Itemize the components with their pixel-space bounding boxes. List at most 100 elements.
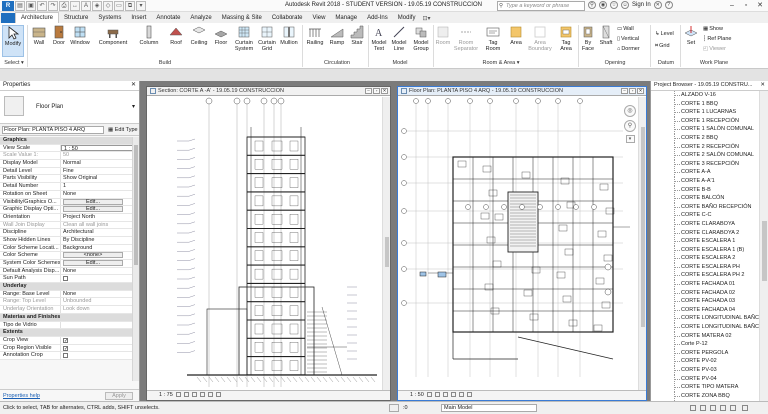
view-scale[interactable]: 1 : 75	[159, 392, 173, 398]
sun-path-icon[interactable]	[191, 392, 197, 398]
property-row[interactable]: Detail Number 1	[0, 183, 133, 191]
browser-item[interactable]: Corte P-12	[651, 340, 759, 349]
tab-insert[interactable]: Insert	[126, 13, 151, 23]
property-edit-button[interactable]: Edit...	[61, 260, 133, 267]
sign-in-link[interactable]: Sign In	[632, 2, 651, 8]
property-row[interactable]: Sun Path	[0, 275, 133, 284]
tag-room-button[interactable]: Tag Room	[482, 25, 504, 57]
browser-item[interactable]: CORTE PERGOLA	[651, 348, 759, 358]
property-row[interactable]: Graphic Display Opti... Edit...	[0, 206, 133, 214]
browser-item[interactable]: CORTE LONGITUDINAL BAÑC	[651, 314, 759, 324]
section-view-window[interactable]: Section: CORTE A -A' - 19.05.19 CONSTRUC…	[146, 86, 391, 401]
maximize-icon[interactable]: ▫	[739, 0, 753, 11]
property-section-header[interactable]: Materias and Finishes	[0, 313, 133, 322]
browser-item[interactable]: CORTE 1 BBQ	[651, 99, 759, 109]
star-icon[interactable]: ☆	[610, 1, 618, 9]
browser-item[interactable]: CORTE 1 RECEPCIÓN	[651, 116, 759, 126]
tab-view[interactable]: View	[308, 13, 331, 23]
browser-item[interactable]: CORTE CLARABOYA 2	[651, 228, 759, 238]
view-scale[interactable]: 1 : 50	[410, 392, 424, 398]
ramp-button[interactable]: Ramp	[328, 25, 346, 57]
property-value[interactable]: Clean all wall joins	[61, 222, 133, 229]
browser-item[interactable]: CORTE TIPO MATERA	[651, 383, 759, 392]
window-button[interactable]: Window	[69, 25, 91, 57]
area-boundary-button[interactable]: Area Boundary	[526, 25, 554, 57]
property-value[interactable]: Background	[61, 245, 133, 252]
visual-style-icon[interactable]	[434, 392, 440, 398]
checkbox[interactable]: ✓	[63, 337, 68, 343]
shadows-icon[interactable]	[450, 392, 456, 398]
apply-button[interactable]: Apply	[105, 392, 133, 400]
tab-annotate[interactable]: Annotate	[151, 13, 185, 23]
property-row[interactable]: Annotation Crop	[0, 352, 133, 360]
property-row[interactable]: Orientation Project North	[0, 213, 133, 222]
browser-item[interactable]: CORTE 3 RECEPCIÓN	[651, 159, 759, 169]
browser-item[interactable]: CORTE CLARABOYA	[651, 219, 759, 229]
property-row[interactable]: Discipline Architectural	[0, 229, 133, 237]
property-value[interactable]: Look down	[61, 306, 133, 313]
select-group-label[interactable]: Select ▾	[3, 60, 25, 66]
browser-item[interactable]: CORTE ESCALERA 1 (B)	[651, 245, 759, 255]
grid-button[interactable]: ⌗ Grid	[655, 43, 670, 50]
print-icon[interactable]: ⎙	[59, 1, 69, 11]
tab-add-ins[interactable]: Add-Ins	[362, 13, 393, 23]
property-row[interactable]: Range: Base Level None	[0, 290, 133, 299]
room-area-group-label[interactable]: Room & Area ▾	[476, 60, 526, 66]
exchange-icon[interactable]: ✕	[653, 1, 662, 9]
tab-analyze[interactable]: Analyze	[185, 13, 216, 23]
property-row[interactable]: Underlay Orientation Look down	[0, 306, 133, 314]
browser-item[interactable]: CORTE PV-04	[651, 374, 759, 384]
visual-style-icon[interactable]	[183, 392, 189, 398]
property-row[interactable]: Detail Level Fine	[0, 167, 133, 176]
instance-filter-dropdown[interactable]: Floor Plan: PLANTA PISO 4 ARQ	[2, 126, 104, 134]
edit-button[interactable]: Edit...	[63, 198, 123, 205]
curtain-system-button[interactable]: Curtain System	[232, 25, 256, 57]
browser-item[interactable]: CORTE 1 LUCARNAS	[651, 108, 759, 117]
measure-icon[interactable]: ↔	[70, 1, 80, 11]
detail-level-icon[interactable]	[426, 392, 432, 398]
property-checkbox[interactable]: ✓	[61, 337, 133, 344]
browser-item[interactable]: CORTE FACHADA 01	[651, 280, 759, 289]
sun-path-icon[interactable]	[442, 392, 448, 398]
filter-icon[interactable]	[742, 405, 748, 411]
property-value[interactable]: Project North	[61, 214, 133, 221]
stair-button[interactable]: Stair	[348, 25, 366, 57]
minimize-icon[interactable]: –	[725, 0, 739, 11]
search-go-icon[interactable]: ⚲	[588, 1, 596, 9]
property-row[interactable]: Display Model Normal	[0, 160, 133, 168]
browser-item[interactable]: CORTE ESCALERA 1	[651, 237, 759, 246]
properties-help-link[interactable]: Properties help	[3, 393, 40, 399]
browser-item[interactable]: CORTE ZONA BBQ	[651, 391, 759, 401]
roof-button[interactable]: Roof	[167, 25, 185, 57]
set-workplane-button[interactable]: Set	[683, 25, 699, 57]
close-icon[interactable]: ✕	[131, 81, 136, 90]
browser-item[interactable]: CORTE 1 SALÓN COMUNAL	[651, 125, 759, 134]
curtain-grid-button[interactable]: Curtain Grid	[256, 25, 278, 57]
browser-item[interactable]: CORTE FACHADA 03	[651, 297, 759, 306]
edit-button[interactable]: Edit...	[63, 260, 123, 266]
project-browser-scrollbar[interactable]	[759, 91, 768, 401]
property-value[interactable]: Normal	[61, 160, 133, 167]
room-button[interactable]: Room	[434, 25, 452, 57]
property-edit-button[interactable]: Edit...	[61, 198, 133, 206]
modify-button[interactable]: Modify	[2, 25, 24, 57]
browser-item[interactable]: CORTE MATERA 02	[651, 331, 759, 341]
property-row[interactable]: View Scale 1 : 50	[0, 144, 133, 153]
close-icon[interactable]: ✕	[381, 88, 388, 94]
model-group-button[interactable]: Model Group	[410, 25, 432, 57]
model-text-button[interactable]: A Model Text	[370, 25, 388, 57]
browser-item[interactable]: CORTE 2 BBQ	[651, 133, 759, 143]
select-by-face-icon[interactable]	[720, 405, 726, 411]
maximize-icon[interactable]: ▫	[373, 88, 380, 94]
property-row[interactable]: Show Hidden Lines By Discipline	[0, 236, 133, 245]
property-row[interactable]: Parts Visibility Show Original	[0, 175, 133, 184]
shaft-button[interactable]: Shaft	[598, 25, 614, 57]
zoom-dropdown-icon[interactable]: ▾	[625, 135, 635, 143]
property-value[interactable]: Fine	[61, 168, 133, 175]
ribbon-minimize-icon[interactable]: ⊡▾	[422, 15, 430, 23]
property-row[interactable]: Color Scheme Locati... Background	[0, 244, 133, 253]
edit-button[interactable]: Edit...	[63, 206, 123, 213]
properties-scrollbar[interactable]	[132, 137, 139, 381]
edit-button[interactable]: <none>	[63, 252, 123, 259]
room-separator-button[interactable]: Room Separator	[452, 25, 480, 57]
